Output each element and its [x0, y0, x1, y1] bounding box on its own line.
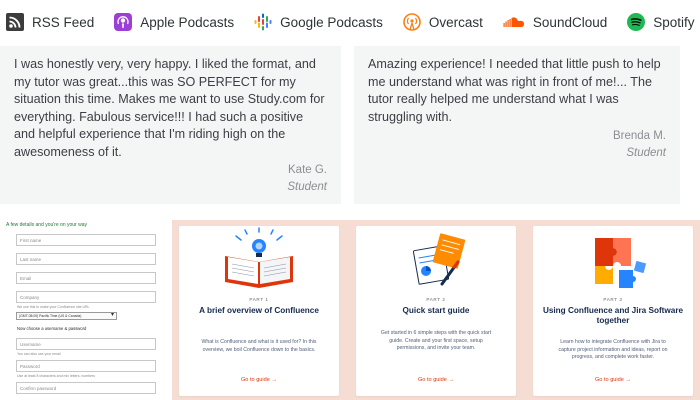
- testimonial-card: I was honestly very, very happy. I liked…: [0, 46, 341, 204]
- apple-podcasts-label: Apple Podcasts: [140, 14, 235, 30]
- last-name-field[interactable]: Last name: [16, 253, 156, 265]
- rss-icon: [6, 13, 24, 31]
- guide-part-label: PART 1: [249, 297, 269, 302]
- google-podcasts-label: Google Podcasts: [280, 14, 383, 30]
- soundcloud-label: SoundCloud: [532, 14, 608, 30]
- rss-feed-label: RSS Feed: [32, 14, 95, 30]
- apple-podcasts-icon: [114, 13, 133, 31]
- go-to-guide-link[interactable]: Go to guide →: [533, 377, 693, 383]
- testimonial-role: Student: [287, 181, 327, 193]
- confluence-guides-section: PART 1 A brief overview of Confluence Wh…: [172, 220, 700, 400]
- testimonial-quote: I was honestly very, very happy. I liked…: [14, 57, 325, 159]
- testimonial-quote: Amazing experience! I needed that little…: [368, 57, 661, 124]
- guide-title: A brief overview of Confluence: [199, 306, 319, 315]
- spotify-label: Spotify: [653, 14, 695, 30]
- first-name-field[interactable]: First name: [16, 234, 156, 246]
- username-field[interactable]: Username: [16, 338, 156, 350]
- guide-card: PART 3 Using Confluence and Jira Softwar…: [533, 226, 693, 396]
- overcast-label: Overcast: [428, 14, 483, 30]
- email-field[interactable]: Email: [16, 272, 156, 284]
- signup-heading: A few details and you're on your way: [6, 222, 88, 228]
- overcast-icon: [403, 13, 421, 31]
- guide-description: Learn how to integrate Confluence with J…: [558, 339, 668, 361]
- guide-description: Get started in 6 simple steps with the q…: [380, 330, 492, 352]
- rss-feed-link[interactable]: RSS Feed: [0, 0, 104, 44]
- puzzle-pieces-illustration: [533, 226, 693, 294]
- testimonial-author: Brenda M.: [612, 130, 666, 142]
- timezone-select[interactable]: (GMT-08:00) Pacific Time (US & Canada): [16, 311, 117, 320]
- soundcloud-link[interactable]: SoundCloud: [493, 0, 617, 44]
- guide-title: Quick start guide: [402, 306, 470, 315]
- guide-card: PART 2 Quick start guide Get started in …: [356, 226, 516, 396]
- company-hint: We use this to make your Confluence site…: [17, 305, 90, 309]
- testimonial-card: Amazing experience! I needed that little…: [354, 46, 680, 204]
- confirm-password-field[interactable]: Confirm password: [16, 382, 156, 394]
- documents-pen-illustration: [356, 226, 516, 294]
- open-book-lightbulb-illustration: [179, 226, 339, 294]
- guide-description: What is Confluence and what is it used f…: [201, 339, 317, 353]
- overcast-link[interactable]: Overcast: [393, 0, 493, 44]
- podcast-links-bar: RSS Feed Apple Podcasts Google Podcasts …: [0, 0, 700, 44]
- testimonial-role: Student: [626, 147, 666, 159]
- google-podcasts-icon: [254, 13, 272, 31]
- soundcloud-icon: [503, 13, 525, 31]
- go-to-guide-link[interactable]: Go to guide →: [356, 377, 516, 383]
- testimonial-author: Kate G.: [288, 164, 327, 176]
- guide-title: Using Confluence and Jira Software toget…: [542, 306, 684, 325]
- signup-form: A few details and you're on your way Fir…: [0, 210, 172, 400]
- spotify-icon: [627, 13, 646, 31]
- google-podcasts-link[interactable]: Google Podcasts: [244, 0, 393, 44]
- spotify-link[interactable]: Spotify: [617, 0, 700, 44]
- credentials-heading: Now choose a username & password: [17, 326, 87, 331]
- company-field[interactable]: Company: [16, 291, 156, 303]
- password-field[interactable]: Password: [16, 360, 156, 372]
- apple-podcasts-link[interactable]: Apple Podcasts: [104, 0, 244, 44]
- username-hint: You can also use your email: [17, 352, 61, 356]
- password-hint: Use at least 8 characters and mix letter…: [17, 374, 96, 378]
- guide-part-label: PART 3: [603, 297, 623, 302]
- guide-part-label: PART 2: [426, 297, 446, 302]
- guide-card: PART 1 A brief overview of Confluence Wh…: [179, 226, 339, 396]
- go-to-guide-link[interactable]: Go to guide →: [179, 377, 339, 383]
